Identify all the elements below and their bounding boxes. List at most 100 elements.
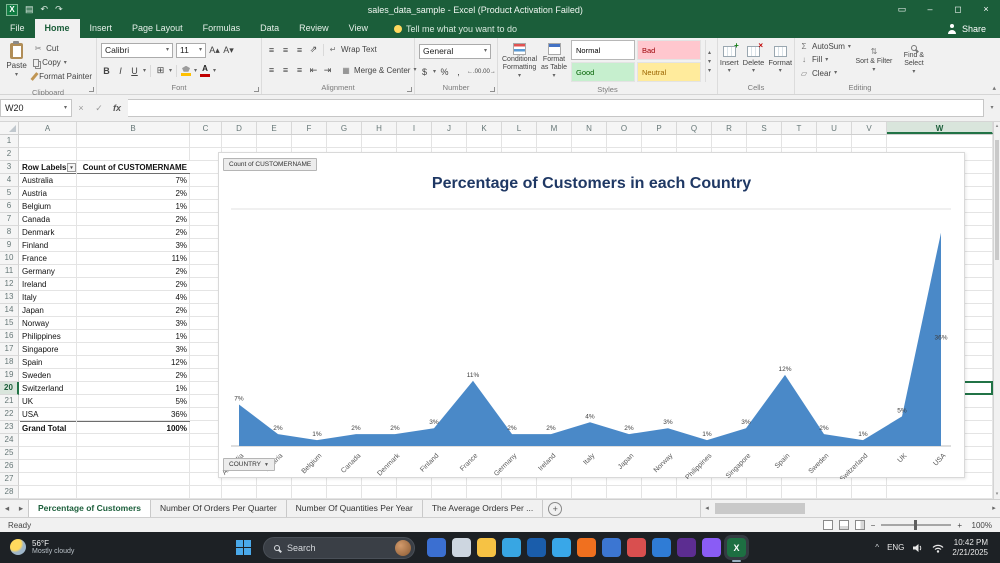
increase-decimal-button[interactable]: ←.00 xyxy=(467,69,481,75)
sort-filter-button[interactable]: ⇅ Sort & Filter ▾ xyxy=(855,40,893,80)
row-header-6[interactable]: 6 xyxy=(0,200,19,213)
taskbar-app-photos[interactable] xyxy=(627,538,646,557)
redo-icon[interactable]: ↷ xyxy=(55,4,63,15)
cell-B19[interactable]: 2% xyxy=(77,369,190,382)
gallery-down-icon[interactable]: ▾ xyxy=(708,58,711,65)
taskbar-app-widgets[interactable] xyxy=(427,538,446,557)
restore-button[interactable]: ◻ xyxy=(944,0,972,19)
cell-A10[interactable]: France xyxy=(20,252,76,265)
insert-cells-button[interactable]: Insert▾ xyxy=(720,40,739,80)
cell-B22[interactable]: 36% xyxy=(77,408,190,421)
cell-B21[interactable]: 5% xyxy=(77,395,190,408)
cell-A19[interactable]: Sweden xyxy=(20,369,76,382)
cell-B6[interactable]: 1% xyxy=(77,200,190,213)
zoom-in-button[interactable]: + xyxy=(957,521,962,530)
conditional-formatting-button[interactable]: Conditional Formatting ▾ xyxy=(502,40,537,82)
taskbar-app-outlook[interactable] xyxy=(527,538,546,557)
column-header-H[interactable]: H xyxy=(362,122,397,134)
column-header-J[interactable]: J xyxy=(432,122,467,134)
enter-button[interactable]: ✓ xyxy=(90,103,108,114)
sheet-tab-number-of-quantities-per-year[interactable]: Number Of Quantities Per Year xyxy=(287,500,423,517)
zoom-level[interactable]: 100% xyxy=(968,521,992,530)
cell-style-good[interactable]: Good xyxy=(570,62,635,82)
cell-B12[interactable]: 2% xyxy=(77,278,190,291)
percent-style-button[interactable]: % xyxy=(439,67,450,77)
ribbon-tab-review[interactable]: Review xyxy=(289,19,339,38)
gallery-up-icon[interactable]: ▴ xyxy=(708,49,711,56)
scroll-down-icon[interactable]: ▾ xyxy=(994,490,1000,499)
collapse-ribbon-icon[interactable]: ▴ xyxy=(992,84,996,92)
cell-B23[interactable]: 100% xyxy=(77,421,190,434)
language-indicator[interactable]: ENG xyxy=(887,543,904,552)
ribbon-tab-file[interactable]: File xyxy=(0,19,35,38)
format-as-table-button[interactable]: Format as Table ▾ xyxy=(541,40,567,82)
cell-A5[interactable]: Austria xyxy=(20,187,76,200)
row-header-27[interactable]: 27 xyxy=(0,473,19,486)
tell-me-box[interactable]: Tell me what you want to do xyxy=(394,19,517,38)
row-header-11[interactable]: 11 xyxy=(0,265,19,278)
minimize-button[interactable]: – xyxy=(916,0,944,19)
ribbon-tab-page-layout[interactable]: Page Layout xyxy=(122,19,193,38)
sheet-tab-percentage-of-customers[interactable]: Percentage of Customers xyxy=(28,500,151,517)
close-button[interactable]: × xyxy=(972,0,1000,19)
new-sheet-button[interactable]: + xyxy=(548,502,563,516)
align-middle-button[interactable]: ≡ xyxy=(280,45,291,55)
fill-color-button[interactable] xyxy=(181,65,192,76)
row-header-2[interactable]: 2 xyxy=(0,148,19,161)
undo-icon[interactable]: ↶ xyxy=(41,4,49,15)
column-header-N[interactable]: N xyxy=(572,122,607,134)
row-header-28[interactable]: 28 xyxy=(0,486,19,499)
row-header-13[interactable]: 13 xyxy=(0,291,19,304)
tray-chevron-icon[interactable]: ^ xyxy=(875,543,879,552)
column-header-D[interactable]: D xyxy=(222,122,257,134)
column-header-T[interactable]: T xyxy=(782,122,817,134)
row-header-18[interactable]: 18 xyxy=(0,356,19,369)
column-header-F[interactable]: F xyxy=(292,122,327,134)
select-all-corner[interactable] xyxy=(0,122,19,134)
save-icon[interactable]: ▤ xyxy=(25,4,34,15)
insert-function-button[interactable]: fx xyxy=(108,103,126,113)
taskbar-app-onedrive[interactable] xyxy=(652,538,671,557)
accounting-format-button[interactable]: $ xyxy=(419,67,430,77)
page-layout-view-button[interactable] xyxy=(838,520,849,530)
cell-B4[interactable]: 7% xyxy=(77,174,190,187)
taskbar-app-visual-studio[interactable] xyxy=(677,538,696,557)
format-painter-button[interactable]: Format Painter xyxy=(30,70,92,83)
decrease-decimal-button[interactable]: .00→ xyxy=(482,69,496,75)
clipboard-dialog-launcher[interactable] xyxy=(89,87,94,92)
row-header-16[interactable]: 16 xyxy=(0,330,19,343)
weather-widget[interactable]: 56°F Mostly cloudy xyxy=(0,539,150,557)
autosum-button[interactable]: Σ AutoSum ▾ xyxy=(799,40,851,53)
column-header-S[interactable]: S xyxy=(747,122,782,134)
row-header-3[interactable]: 3 xyxy=(0,161,19,174)
cell-style-bad[interactable]: Bad xyxy=(636,40,701,60)
cell-A12[interactable]: Ireland xyxy=(20,278,76,291)
chart-field-button[interactable]: Count of CUSTOMERNAME xyxy=(223,158,318,171)
page-break-view-button[interactable] xyxy=(854,520,865,530)
cell-B10[interactable]: 11% xyxy=(77,252,190,265)
chart-axis-field-button[interactable]: COUNTRY ▼ xyxy=(223,458,275,471)
column-header-P[interactable]: P xyxy=(642,122,677,134)
formula-bar-expand-icon[interactable]: ▾ xyxy=(984,105,1000,111)
cell-A22[interactable]: USA xyxy=(20,408,76,421)
align-right-button[interactable]: ≡ xyxy=(294,65,305,75)
ribbon-tab-view[interactable]: View xyxy=(339,19,378,38)
scroll-up-icon[interactable]: ▴ xyxy=(994,122,1000,131)
cell-A3[interactable]: Row Labels ▾ xyxy=(20,161,76,174)
hscroll-right-icon[interactable]: ▸ xyxy=(988,500,1000,517)
cell-style-neutral[interactable]: Neutral xyxy=(636,62,701,82)
zoom-slider-thumb[interactable] xyxy=(914,520,918,530)
row-header-23[interactable]: 23 xyxy=(0,421,19,434)
font-dialog-launcher[interactable] xyxy=(254,87,259,92)
fill-button[interactable]: ↓ Fill ▾ xyxy=(799,53,851,66)
volume-icon[interactable] xyxy=(912,543,924,553)
cell-A21[interactable]: UK xyxy=(20,395,76,408)
cell-B11[interactable]: 2% xyxy=(77,265,190,278)
copy-button[interactable]: Copy ▾ xyxy=(33,56,92,69)
alignment-dialog-launcher[interactable] xyxy=(407,87,412,92)
cell-A9[interactable]: Finland xyxy=(20,239,76,252)
taskbar-app-mail[interactable] xyxy=(602,538,621,557)
cell-A23[interactable]: Grand Total xyxy=(20,421,76,434)
row-header-4[interactable]: 4 xyxy=(0,174,19,187)
column-header-W[interactable]: W xyxy=(887,122,993,134)
